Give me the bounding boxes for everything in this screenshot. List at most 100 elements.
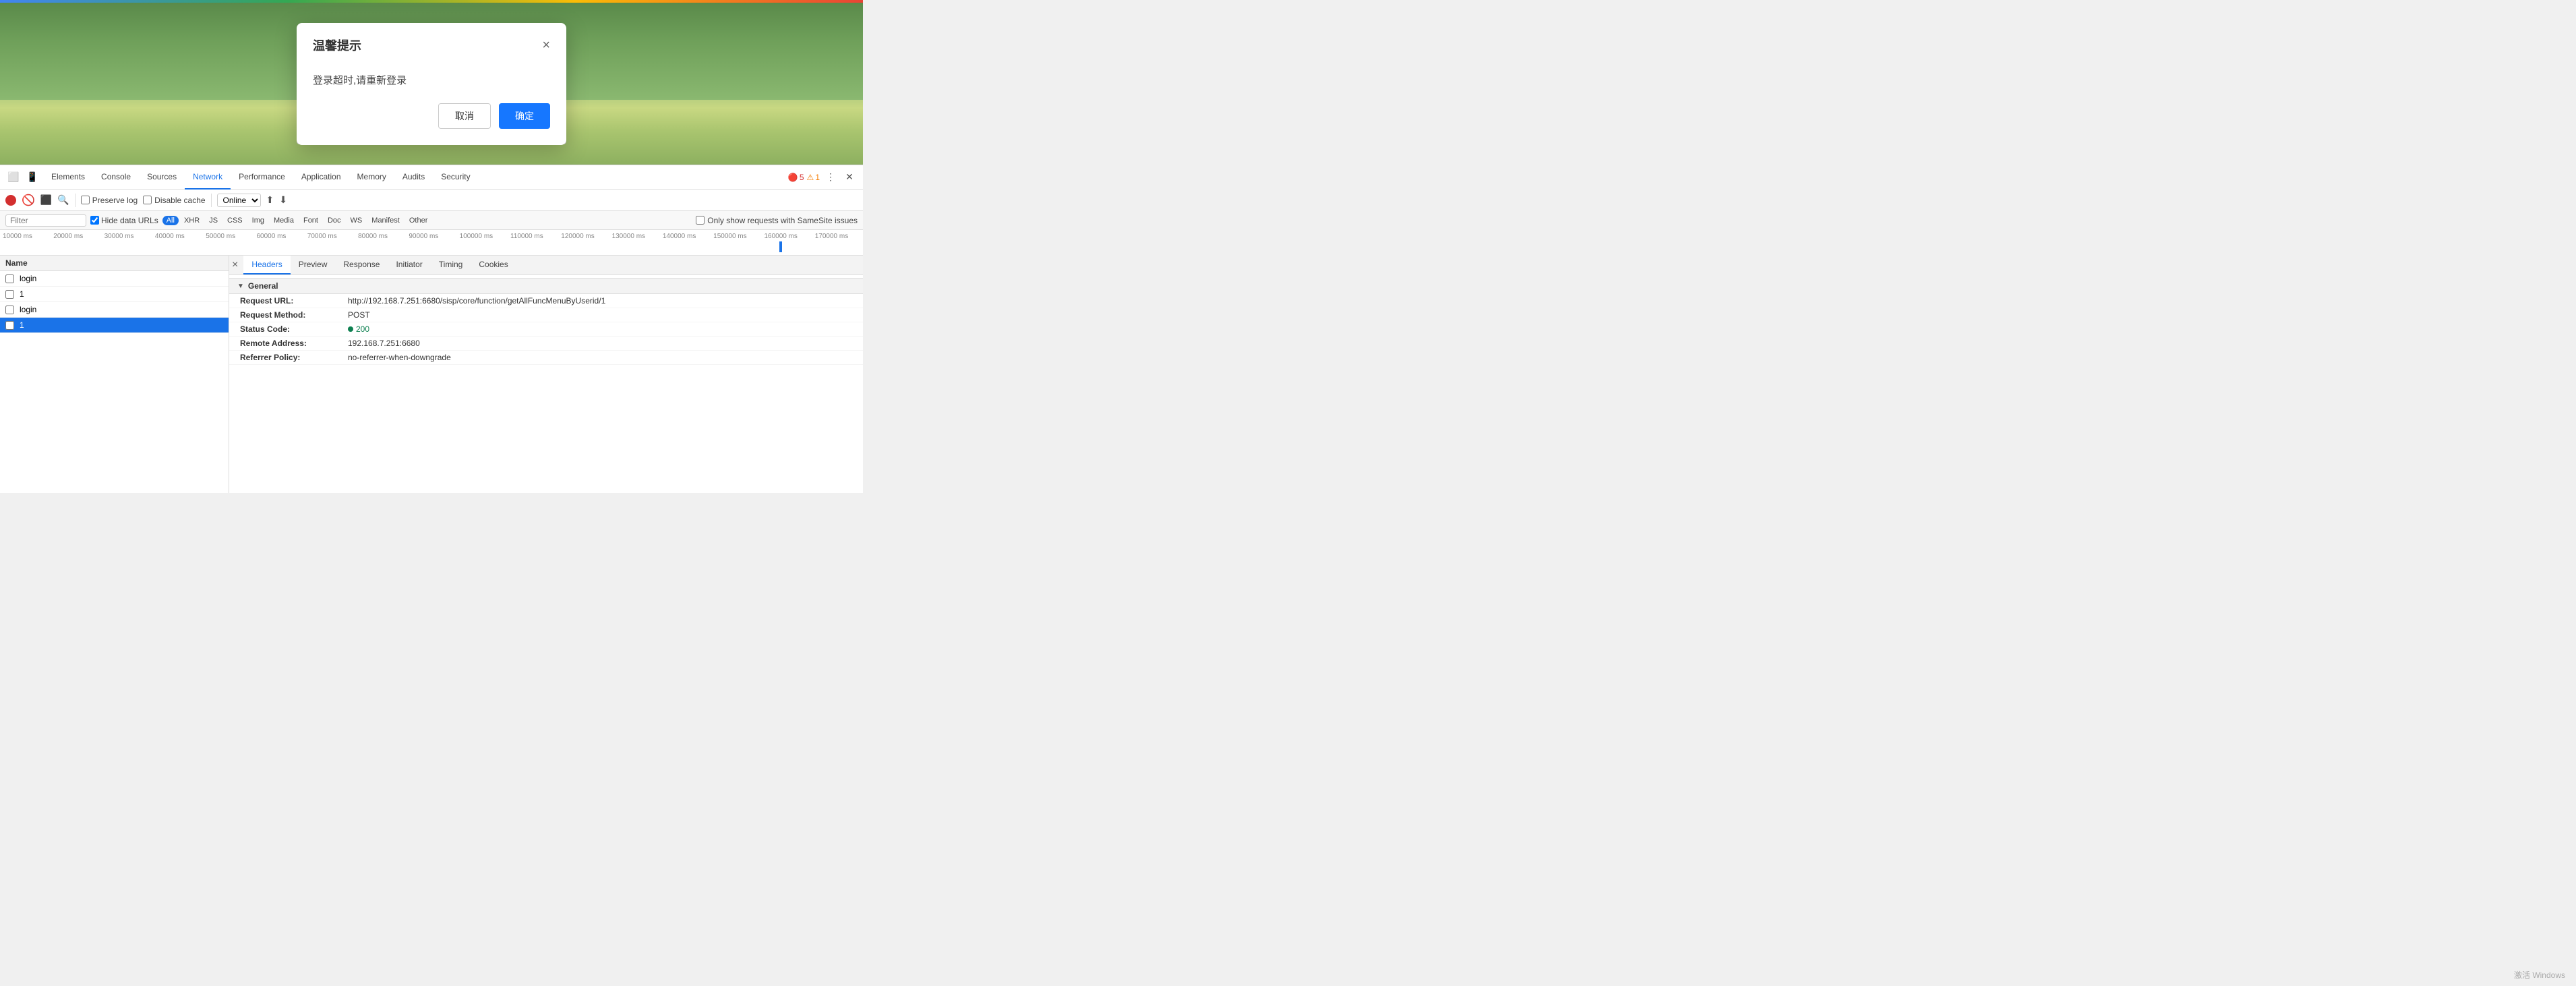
warn-badge: ⚠ 1 [807, 173, 820, 182]
preserve-log-checkbox[interactable] [81, 196, 90, 204]
list-item[interactable]: login [0, 302, 229, 318]
close-detail-button[interactable]: × [232, 259, 238, 271]
tab-security[interactable]: Security [433, 165, 478, 190]
tl-13: 130000 ms [609, 233, 660, 240]
tab-audits[interactable]: Audits [394, 165, 433, 190]
tl-5: 50000 ms [203, 233, 253, 240]
record-button[interactable] [5, 195, 16, 206]
timeline: 10000 ms 20000 ms 30000 ms 40000 ms 5000… [0, 230, 863, 256]
details-panel: × Headers Preview Response Initiator Tim… [229, 256, 863, 493]
tab-application[interactable]: Application [293, 165, 349, 190]
request-name: login [20, 305, 223, 314]
detail-tab-timing[interactable]: Timing [431, 256, 471, 274]
request-checkbox[interactable] [5, 306, 14, 314]
status-code-value: 200 [348, 324, 369, 334]
close-devtools-icon[interactable]: ✕ [841, 169, 858, 185]
list-item[interactable]: login [0, 271, 229, 287]
request-checkbox[interactable] [5, 321, 14, 330]
request-url-value: http://192.168.7.251:6680/sisp/core/func… [348, 296, 605, 306]
error-icon: 🔴 [788, 173, 798, 182]
upload-icon[interactable]: ⬆ [266, 194, 274, 206]
same-site-check[interactable]: Only show requests with SameSite issues [696, 216, 858, 225]
request-checkbox[interactable] [5, 290, 14, 299]
clear-button[interactable]: 🚫 [22, 194, 35, 207]
tl-8: 80000 ms [355, 233, 406, 240]
tab-performance[interactable]: Performance [231, 165, 293, 190]
tab-elements[interactable]: Elements [43, 165, 93, 190]
inspect-element-icon[interactable]: ⬜ [5, 169, 22, 185]
filter-other[interactable]: Other [405, 216, 432, 225]
disable-cache-checkbox[interactable] [143, 196, 152, 204]
same-site-checkbox[interactable] [696, 216, 705, 225]
detail-tab-cookies[interactable]: Cookies [471, 256, 516, 274]
error-badge: 🔴 5 [788, 173, 804, 182]
filter-icon[interactable]: ⬛ [40, 194, 52, 206]
device-toolbar-icon[interactable]: 📱 [24, 169, 40, 185]
tl-4: 40000 ms [152, 233, 203, 240]
filter-doc[interactable]: Doc [324, 216, 345, 225]
filter-row: Hide data URLs All XHR JS CSS Img Media … [0, 211, 863, 230]
more-tools-icon[interactable]: ⋮ [822, 169, 839, 185]
throttle-select[interactable]: Online [217, 194, 261, 207]
disable-cache-label[interactable]: Disable cache [143, 196, 205, 205]
timeline-bar [779, 241, 782, 252]
separator-1 [75, 194, 76, 207]
tl-9: 90000 ms [406, 233, 456, 240]
detail-tab-headers[interactable]: Headers [243, 256, 290, 274]
tab-sources[interactable]: Sources [139, 165, 185, 190]
section-arrow-icon: ▼ [237, 283, 244, 290]
search-icon[interactable]: 🔍 [57, 194, 69, 206]
filter-css[interactable]: CSS [223, 216, 247, 225]
tab-console[interactable]: Console [93, 165, 139, 190]
detail-row: Remote Address: 192.168.7.251:6680 [229, 337, 863, 351]
request-url-key: Request URL: [240, 296, 348, 306]
detail-tab-bar: × Headers Preview Response Initiator Tim… [229, 256, 863, 275]
modal-dialog: 温馨提示 × 登录超时,请重新登录 取消 确定 [297, 23, 566, 145]
request-list-header: Name [0, 256, 229, 271]
filter-ws[interactable]: WS [347, 216, 367, 225]
modal-body: 登录超时,请重新登录 [297, 62, 566, 103]
modal-footer: 取消 确定 [297, 103, 566, 145]
hide-data-urls-check[interactable]: Hide data URLs [90, 216, 158, 225]
tab-network[interactable]: Network [185, 165, 231, 190]
request-list: Name login 1 login 1 [0, 256, 229, 493]
request-name: login [20, 274, 223, 283]
detail-row: Referrer Policy: no-referrer-when-downgr… [229, 351, 863, 365]
detail-tab-preview[interactable]: Preview [291, 256, 336, 274]
general-section-header[interactable]: ▼ General [229, 278, 863, 294]
detail-row: Request URL: http://192.168.7.251:6680/s… [229, 294, 863, 308]
filter-all[interactable]: All [162, 216, 179, 225]
confirm-button[interactable]: 确定 [499, 103, 550, 129]
list-item[interactable]: 1 [0, 318, 229, 333]
filter-media[interactable]: Media [270, 216, 298, 225]
preserve-log-label[interactable]: Preserve log [81, 196, 138, 205]
referrer-policy-value: no-referrer-when-downgrade [348, 353, 451, 362]
tl-14: 140000 ms [660, 233, 711, 240]
filter-types: All XHR JS CSS Img Media Font Doc WS Man… [162, 216, 432, 225]
request-method-key: Request Method: [240, 310, 348, 320]
general-section: ▼ General Request URL: http://192.168.7.… [229, 275, 863, 368]
filter-xhr[interactable]: XHR [180, 216, 204, 225]
cancel-button[interactable]: 取消 [438, 103, 491, 129]
devtools-panel: ⬜ 📱 Elements Console Sources Network Per… [0, 165, 863, 493]
detail-tab-initiator[interactable]: Initiator [388, 256, 430, 274]
detail-tab-response[interactable]: Response [335, 256, 388, 274]
filter-img[interactable]: Img [248, 216, 268, 225]
filter-manifest[interactable]: Manifest [367, 216, 404, 225]
modal-message: 登录超时,请重新登录 [313, 75, 407, 86]
hide-data-urls-checkbox[interactable] [90, 216, 99, 225]
tl-3: 30000 ms [102, 233, 152, 240]
filter-input[interactable] [5, 214, 86, 227]
tl-11: 110000 ms [508, 233, 558, 240]
tab-memory[interactable]: Memory [349, 165, 394, 190]
download-icon[interactable]: ⬇ [279, 194, 287, 206]
modal-close-button[interactable]: × [542, 38, 550, 52]
error-count: 5 [800, 173, 804, 182]
devtools-main: Name login 1 login 1 × [0, 256, 863, 493]
request-checkbox[interactable] [5, 274, 14, 283]
tl-12: 120000 ms [558, 233, 609, 240]
list-item[interactable]: 1 [0, 287, 229, 302]
filter-font[interactable]: Font [299, 216, 322, 225]
filter-js[interactable]: JS [205, 216, 222, 225]
tl-6: 60000 ms [253, 233, 304, 240]
